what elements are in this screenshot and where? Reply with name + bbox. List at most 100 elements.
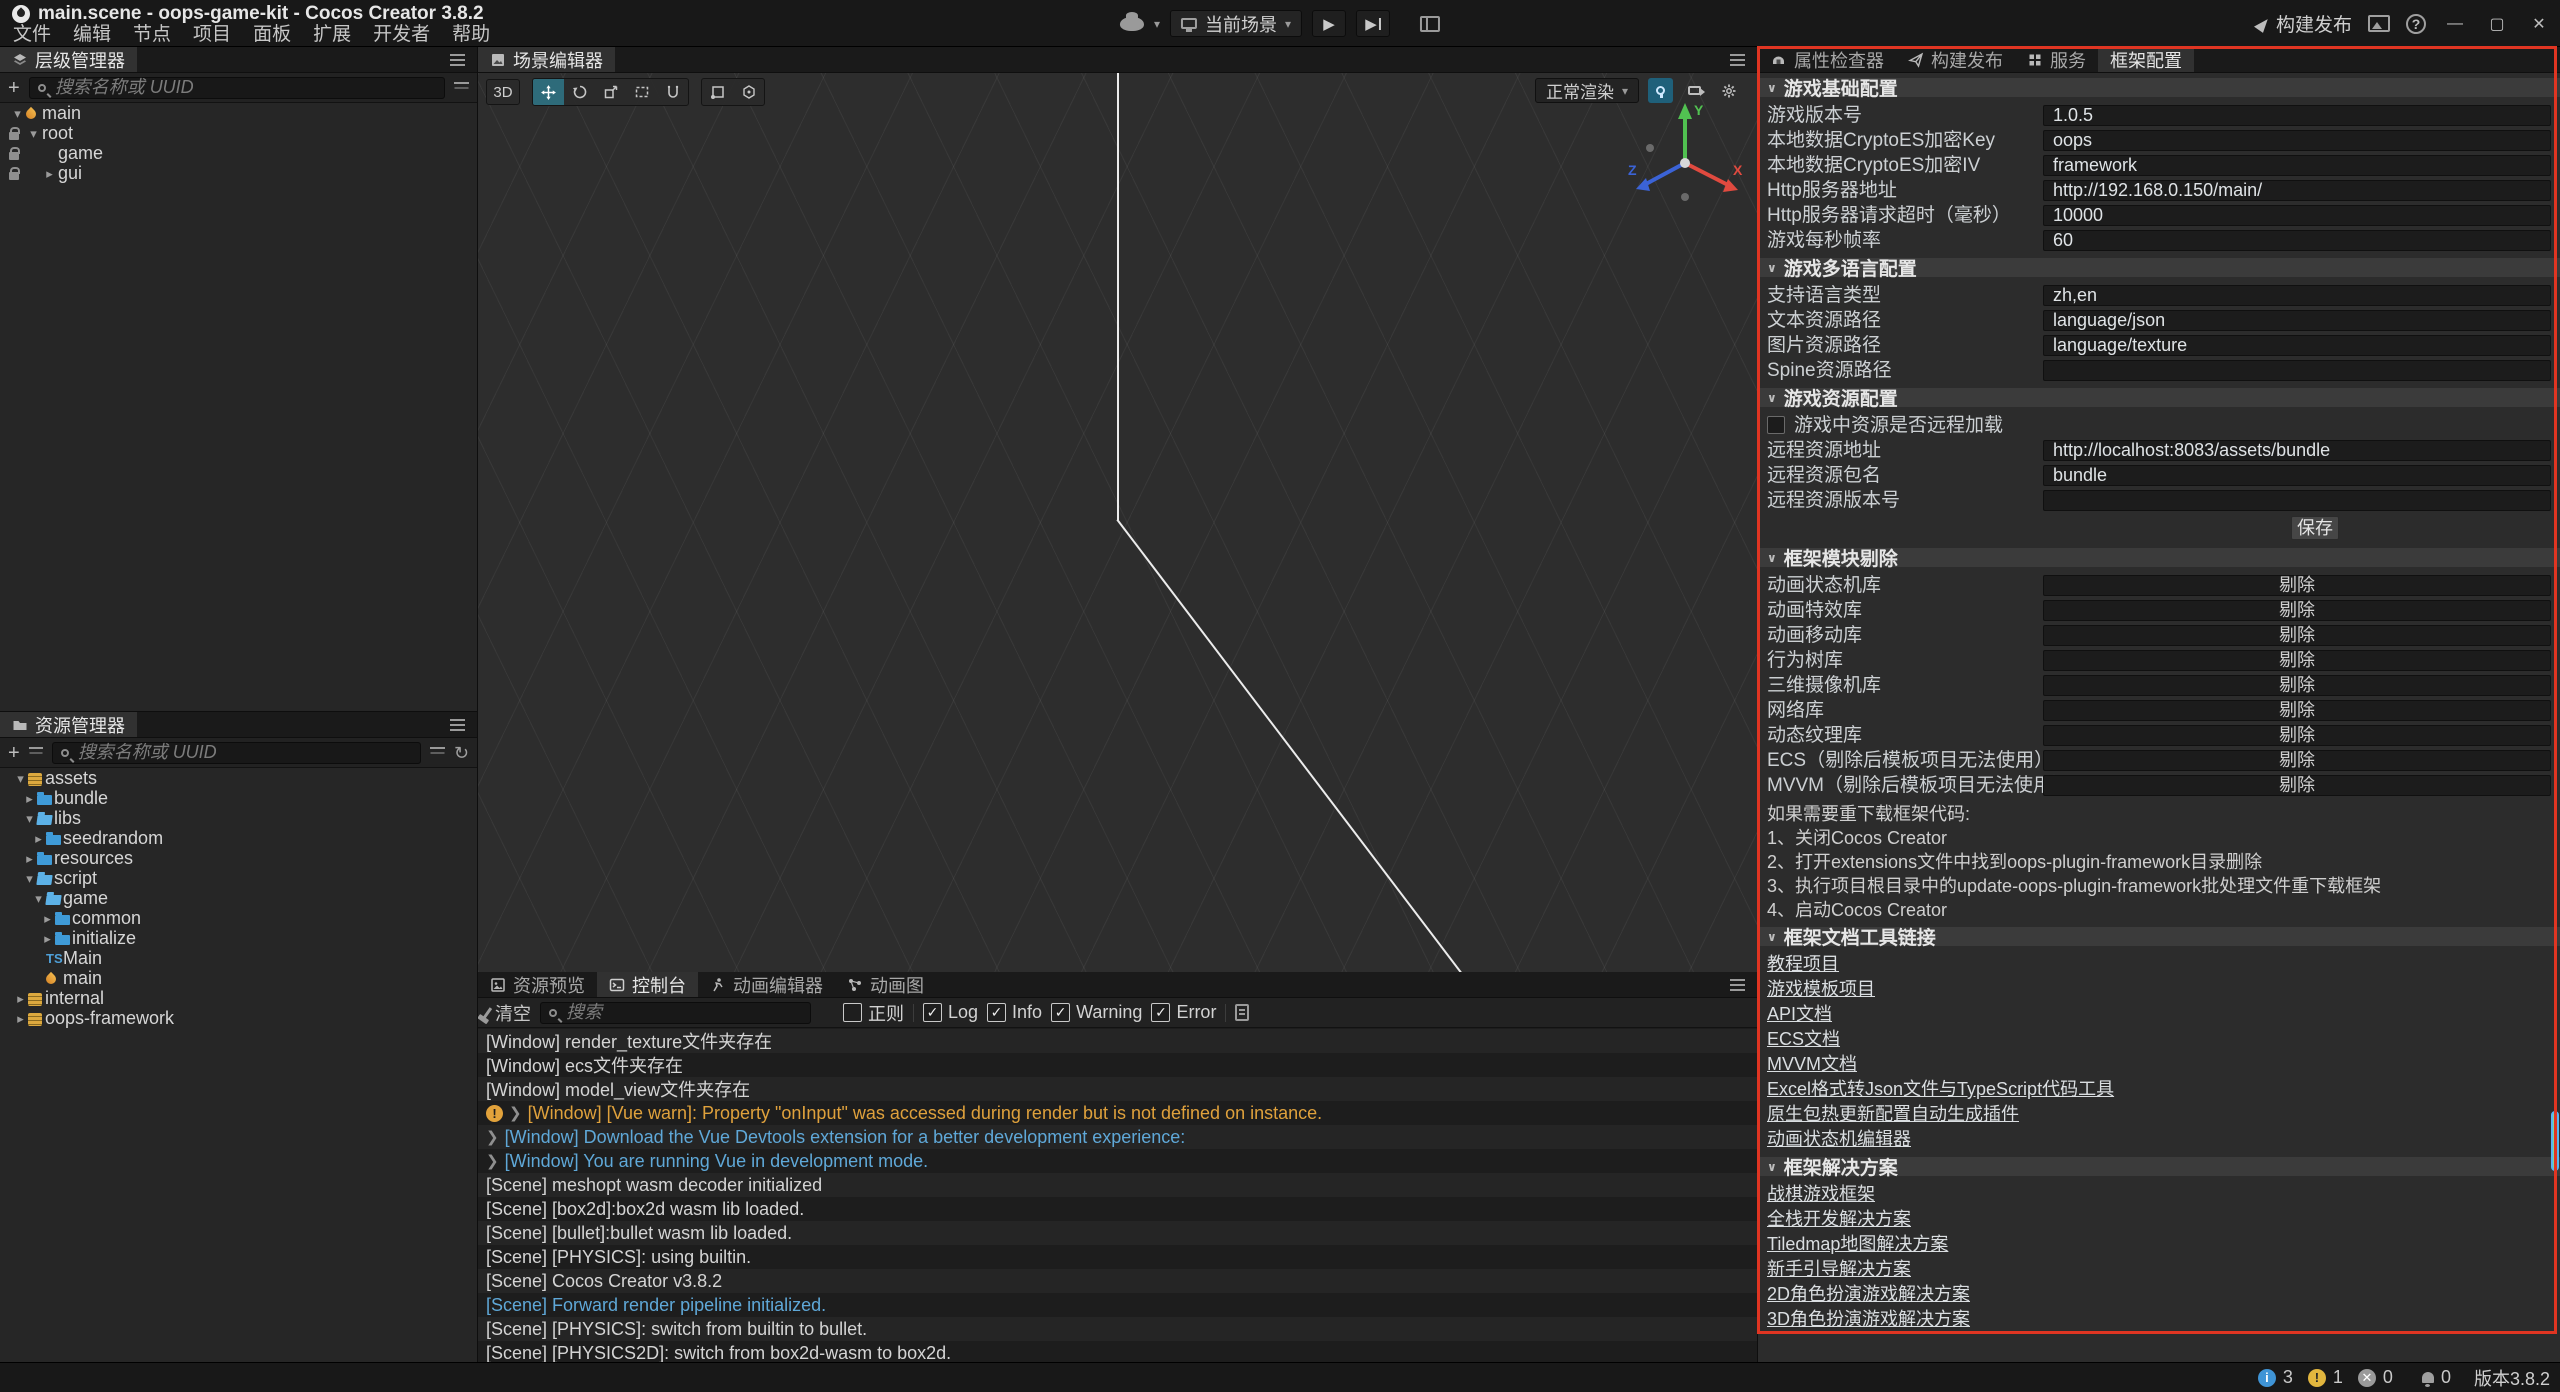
panel-menu-icon[interactable] <box>450 724 465 726</box>
field-input[interactable] <box>2043 105 2551 126</box>
menu-item-6[interactable]: 开发者 <box>362 24 441 46</box>
rotate-tool-button[interactable] <box>564 79 595 105</box>
ui-transform-tool-button[interactable] <box>657 79 688 105</box>
tab-hierarchy[interactable]: 层级管理器 <box>0 47 137 72</box>
clear-console-button[interactable]: 清空 <box>486 1000 531 1026</box>
doc-link[interactable]: 2D角色扮演游戏解决方案 <box>1767 1282 1970 1307</box>
chevron-right-icon[interactable]: ▸ <box>13 989 28 1009</box>
filter-icon[interactable] <box>430 747 445 749</box>
doc-link[interactable]: MVVM文档 <box>1767 1052 1857 1077</box>
info-count-badge[interactable]: i <box>2258 1369 2276 1387</box>
screenshot-icon[interactable] <box>2368 15 2390 32</box>
panel-menu-icon[interactable] <box>450 59 465 61</box>
chevron-right-icon[interactable]: ▸ <box>13 1009 28 1029</box>
tree-node-initialize[interactable]: ▸initialize <box>0 929 477 949</box>
chevron-down-icon[interactable]: ▾ <box>10 104 25 124</box>
menu-item-2[interactable]: 节点 <box>122 24 182 46</box>
preview-scene-select[interactable]: 当前场景 ▾ <box>1170 10 1302 37</box>
doc-link[interactable]: ECS文档 <box>1767 1027 1840 1052</box>
tree-node-root[interactable]: ▾root <box>0 124 477 144</box>
chevron-down-icon[interactable]: ▾ <box>1154 17 1160 31</box>
tab-动画编辑器[interactable]: 动画编辑器 <box>698 972 835 997</box>
chevron-right-icon[interactable]: ▸ <box>40 929 55 949</box>
doc-link[interactable]: 战棋游戏框架 <box>1767 1182 1875 1207</box>
chevron-down-icon[interactable]: ▾ <box>13 769 28 789</box>
doc-link[interactable]: 全栈开发解决方案 <box>1767 1207 1911 1232</box>
scene-viewport[interactable]: 3D <box>478 73 1757 972</box>
pivot-toggle-button[interactable] <box>702 79 733 105</box>
tree-node-libs[interactable]: ▾libs <box>0 809 477 829</box>
doc-link[interactable]: 教程项目 <box>1767 952 1839 977</box>
remove-module-button[interactable]: 剔除 <box>2043 650 2551 671</box>
doc-link[interactable]: 原生包热更新配置自动生成插件 <box>1767 1102 2019 1127</box>
tree-node-main[interactable]: main <box>0 969 477 989</box>
doc-link[interactable]: Excel格式转Json文件与TypeScript代码工具 <box>1767 1077 2114 1102</box>
filter-icon[interactable] <box>454 82 469 84</box>
field-input[interactable] <box>2043 440 2551 461</box>
remove-module-button[interactable]: 剔除 <box>2043 575 2551 596</box>
maximize-button[interactable]: ▢ <box>2484 9 2510 39</box>
assets-search[interactable] <box>52 742 421 764</box>
remove-module-button[interactable]: 剔除 <box>2043 775 2551 796</box>
field-input[interactable] <box>2043 335 2551 356</box>
scrollbar-thumb[interactable] <box>2551 1111 2559 1171</box>
tree-node-Main[interactable]: TSMain <box>0 949 477 969</box>
doc-link[interactable]: 游戏模板项目 <box>1767 977 1875 1002</box>
chevron-down-icon[interactable]: ▾ <box>22 809 37 829</box>
tree-node-assets[interactable]: ▾assets <box>0 769 477 789</box>
save-button[interactable]: 保存 <box>2291 516 2339 540</box>
field-input[interactable] <box>2043 465 2551 486</box>
refresh-icon[interactable]: ↻ <box>454 744 469 762</box>
panel-menu-icon[interactable] <box>1730 984 1745 986</box>
field-input[interactable] <box>2043 230 2551 251</box>
layout-icon[interactable] <box>1420 16 1440 32</box>
menu-item-7[interactable]: 帮助 <box>441 24 501 46</box>
tree-node-internal[interactable]: ▸internal <box>0 989 477 1009</box>
tree-node-resources[interactable]: ▸resources <box>0 849 477 869</box>
help-icon[interactable]: ? <box>2406 14 2426 34</box>
expand-arrow-icon[interactable]: ❯ <box>509 1104 522 1122</box>
doc-link[interactable]: 动画状态机编辑器 <box>1767 1127 1911 1152</box>
menu-item-3[interactable]: 项目 <box>182 24 242 46</box>
tab-assets[interactable]: 资源管理器 <box>0 712 137 737</box>
doc-link[interactable]: API文档 <box>1767 1002 1832 1027</box>
remove-module-button[interactable]: 剔除 <box>2043 675 2551 696</box>
tab-服务[interactable]: 服务 <box>2015 47 2098 72</box>
section-header-框架文档工具链接[interactable]: ∨框架文档工具链接 <box>1758 927 2560 946</box>
tab-动画图[interactable]: 动画图 <box>835 972 936 997</box>
chevron-right-icon[interactable]: ▸ <box>40 909 55 929</box>
menu-item-1[interactable]: 编辑 <box>62 24 122 46</box>
filter-checkbox-Log[interactable]: ✓ <box>923 1003 942 1022</box>
doc-link[interactable]: 3D角色扮演游戏解决方案 <box>1767 1307 1970 1332</box>
assets-search-input[interactable] <box>76 741 412 764</box>
tree-node-common[interactable]: ▸common <box>0 909 477 929</box>
warning-count-badge[interactable]: ! <box>2308 1369 2326 1387</box>
create-asset-button[interactable]: + <box>8 743 20 763</box>
section-header-游戏资源配置[interactable]: ∨游戏资源配置 <box>1758 388 2560 407</box>
tree-node-bundle[interactable]: ▸bundle <box>0 789 477 809</box>
tab-构建发布[interactable]: 构建发布 <box>1896 47 2015 72</box>
chevron-right-icon[interactable]: ▸ <box>22 789 37 809</box>
menu-item-5[interactable]: 扩展 <box>302 24 362 46</box>
log-file-icon[interactable] <box>1235 1004 1249 1021</box>
tree-node-main[interactable]: ▾main <box>0 104 477 124</box>
menu-item-4[interactable]: 面板 <box>242 24 302 46</box>
scale-tool-button[interactable] <box>595 79 626 105</box>
remove-module-button[interactable]: 剔除 <box>2043 750 2551 771</box>
create-node-button[interactable]: + <box>8 78 20 98</box>
remote-load-checkbox[interactable] <box>1767 416 1785 434</box>
chevron-down-icon[interactable]: ▾ <box>22 869 37 889</box>
tree-node-script[interactable]: ▾script <box>0 869 477 889</box>
field-input[interactable] <box>2043 310 2551 331</box>
preview-platform-icon[interactable] <box>1120 17 1144 31</box>
error-count-badge[interactable]: ✕ <box>2358 1369 2376 1387</box>
chevron-down-icon[interactable]: ▾ <box>26 124 41 144</box>
axis-y-cone[interactable] <box>1678 103 1692 119</box>
tab-属性检查器[interactable]: 属性检查器 <box>1758 47 1896 72</box>
tree-node-gui[interactable]: ▸gui <box>0 164 477 184</box>
tab-框架配置[interactable]: 框架配置 <box>2098 47 2194 72</box>
remove-module-button[interactable]: 剔除 <box>2043 725 2551 746</box>
regex-checkbox[interactable] <box>843 1003 862 1022</box>
tab-控制台[interactable]: 控制台 <box>597 972 698 997</box>
field-input[interactable] <box>2043 360 2551 381</box>
